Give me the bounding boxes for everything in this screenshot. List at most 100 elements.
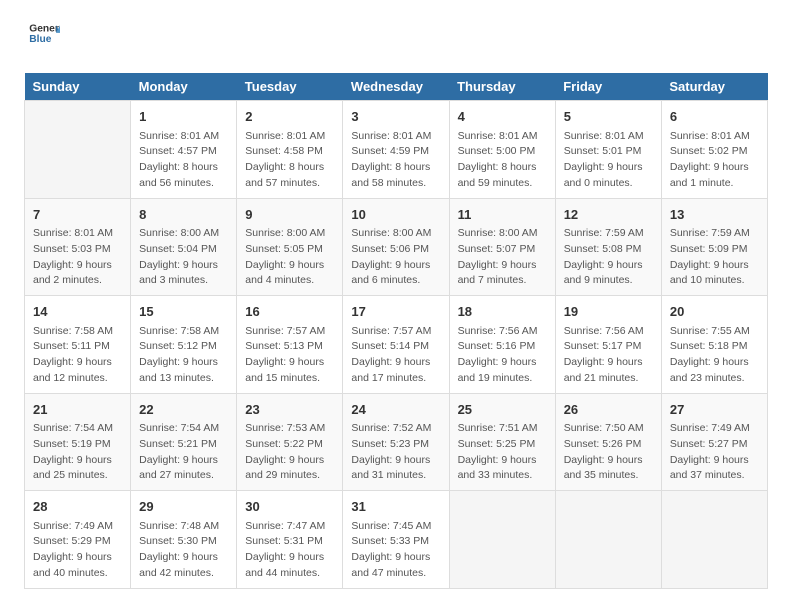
day-number: 9 — [245, 205, 334, 225]
svg-text:Blue: Blue — [29, 34, 51, 45]
day-info: Sunrise: 7:47 AM Sunset: 5:31 PM Dayligh… — [245, 519, 334, 582]
day-info: Sunrise: 7:57 AM Sunset: 5:13 PM Dayligh… — [245, 324, 334, 387]
day-number: 15 — [139, 302, 228, 322]
calendar-cell — [555, 491, 661, 589]
calendar-cell: 24Sunrise: 7:52 AM Sunset: 5:23 PM Dayli… — [343, 393, 449, 491]
calendar-cell: 4Sunrise: 8:01 AM Sunset: 5:00 PM Daylig… — [449, 101, 555, 199]
calendar-cell: 14Sunrise: 7:58 AM Sunset: 5:11 PM Dayli… — [25, 296, 131, 394]
calendar-cell: 5Sunrise: 8:01 AM Sunset: 5:01 PM Daylig… — [555, 101, 661, 199]
calendar-cell: 19Sunrise: 7:56 AM Sunset: 5:17 PM Dayli… — [555, 296, 661, 394]
day-info: Sunrise: 7:54 AM Sunset: 5:19 PM Dayligh… — [33, 421, 122, 484]
calendar-cell: 28Sunrise: 7:49 AM Sunset: 5:29 PM Dayli… — [25, 491, 131, 589]
calendar-cell: 9Sunrise: 8:00 AM Sunset: 5:05 PM Daylig… — [237, 198, 343, 296]
calendar-cell: 6Sunrise: 8:01 AM Sunset: 5:02 PM Daylig… — [661, 101, 767, 199]
day-info: Sunrise: 8:01 AM Sunset: 5:01 PM Dayligh… — [564, 129, 653, 192]
calendar-cell: 12Sunrise: 7:59 AM Sunset: 5:08 PM Dayli… — [555, 198, 661, 296]
logo: General Blue — [24, 20, 60, 57]
calendar-week-row: 7Sunrise: 8:01 AM Sunset: 5:03 PM Daylig… — [25, 198, 768, 296]
day-info: Sunrise: 7:58 AM Sunset: 5:12 PM Dayligh… — [139, 324, 228, 387]
day-info: Sunrise: 8:01 AM Sunset: 5:02 PM Dayligh… — [670, 129, 759, 192]
svg-text:General: General — [29, 24, 60, 35]
day-info: Sunrise: 7:54 AM Sunset: 5:21 PM Dayligh… — [139, 421, 228, 484]
day-number: 29 — [139, 497, 228, 517]
day-info: Sunrise: 7:59 AM Sunset: 5:09 PM Dayligh… — [670, 226, 759, 289]
day-number: 17 — [351, 302, 440, 322]
day-number: 4 — [458, 107, 547, 127]
calendar-cell: 26Sunrise: 7:50 AM Sunset: 5:26 PM Dayli… — [555, 393, 661, 491]
day-number: 6 — [670, 107, 759, 127]
day-info: Sunrise: 7:55 AM Sunset: 5:18 PM Dayligh… — [670, 324, 759, 387]
calendar-cell — [449, 491, 555, 589]
calendar-cell: 10Sunrise: 8:00 AM Sunset: 5:06 PM Dayli… — [343, 198, 449, 296]
calendar-cell: 25Sunrise: 7:51 AM Sunset: 5:25 PM Dayli… — [449, 393, 555, 491]
calendar-week-row: 1Sunrise: 8:01 AM Sunset: 4:57 PM Daylig… — [25, 101, 768, 199]
calendar-cell: 30Sunrise: 7:47 AM Sunset: 5:31 PM Dayli… — [237, 491, 343, 589]
day-info: Sunrise: 7:56 AM Sunset: 5:17 PM Dayligh… — [564, 324, 653, 387]
day-info: Sunrise: 8:01 AM Sunset: 4:58 PM Dayligh… — [245, 129, 334, 192]
column-header-friday: Friday — [555, 73, 661, 101]
day-info: Sunrise: 7:57 AM Sunset: 5:14 PM Dayligh… — [351, 324, 440, 387]
day-info: Sunrise: 8:00 AM Sunset: 5:07 PM Dayligh… — [458, 226, 547, 289]
day-info: Sunrise: 7:56 AM Sunset: 5:16 PM Dayligh… — [458, 324, 547, 387]
day-number: 18 — [458, 302, 547, 322]
day-number: 28 — [33, 497, 122, 517]
column-header-monday: Monday — [131, 73, 237, 101]
day-number: 14 — [33, 302, 122, 322]
day-info: Sunrise: 8:01 AM Sunset: 5:03 PM Dayligh… — [33, 226, 122, 289]
calendar-cell: 21Sunrise: 7:54 AM Sunset: 5:19 PM Dayli… — [25, 393, 131, 491]
calendar-cell — [25, 101, 131, 199]
calendar-header-row: SundayMondayTuesdayWednesdayThursdayFrid… — [25, 73, 768, 101]
calendar-cell: 17Sunrise: 7:57 AM Sunset: 5:14 PM Dayli… — [343, 296, 449, 394]
day-info: Sunrise: 7:52 AM Sunset: 5:23 PM Dayligh… — [351, 421, 440, 484]
day-number: 19 — [564, 302, 653, 322]
calendar-cell: 8Sunrise: 8:00 AM Sunset: 5:04 PM Daylig… — [131, 198, 237, 296]
calendar-cell: 20Sunrise: 7:55 AM Sunset: 5:18 PM Dayli… — [661, 296, 767, 394]
column-header-wednesday: Wednesday — [343, 73, 449, 101]
column-header-thursday: Thursday — [449, 73, 555, 101]
day-number: 8 — [139, 205, 228, 225]
day-info: Sunrise: 7:50 AM Sunset: 5:26 PM Dayligh… — [564, 421, 653, 484]
calendar-week-row: 21Sunrise: 7:54 AM Sunset: 5:19 PM Dayli… — [25, 393, 768, 491]
calendar-cell: 16Sunrise: 7:57 AM Sunset: 5:13 PM Dayli… — [237, 296, 343, 394]
day-number: 25 — [458, 400, 547, 420]
day-number: 24 — [351, 400, 440, 420]
day-info: Sunrise: 7:45 AM Sunset: 5:33 PM Dayligh… — [351, 519, 440, 582]
calendar-cell: 11Sunrise: 8:00 AM Sunset: 5:07 PM Dayli… — [449, 198, 555, 296]
day-info: Sunrise: 8:01 AM Sunset: 4:59 PM Dayligh… — [351, 129, 440, 192]
calendar-cell: 7Sunrise: 8:01 AM Sunset: 5:03 PM Daylig… — [25, 198, 131, 296]
calendar-table: SundayMondayTuesdayWednesdayThursdayFrid… — [24, 73, 768, 589]
day-info: Sunrise: 8:01 AM Sunset: 4:57 PM Dayligh… — [139, 129, 228, 192]
day-number: 5 — [564, 107, 653, 127]
calendar-cell: 15Sunrise: 7:58 AM Sunset: 5:12 PM Dayli… — [131, 296, 237, 394]
column-header-saturday: Saturday — [661, 73, 767, 101]
day-info: Sunrise: 7:58 AM Sunset: 5:11 PM Dayligh… — [33, 324, 122, 387]
day-info: Sunrise: 7:49 AM Sunset: 5:29 PM Dayligh… — [33, 519, 122, 582]
day-info: Sunrise: 7:51 AM Sunset: 5:25 PM Dayligh… — [458, 421, 547, 484]
calendar-week-row: 14Sunrise: 7:58 AM Sunset: 5:11 PM Dayli… — [25, 296, 768, 394]
day-number: 3 — [351, 107, 440, 127]
day-info: Sunrise: 7:48 AM Sunset: 5:30 PM Dayligh… — [139, 519, 228, 582]
calendar-cell: 2Sunrise: 8:01 AM Sunset: 4:58 PM Daylig… — [237, 101, 343, 199]
day-number: 21 — [33, 400, 122, 420]
day-number: 30 — [245, 497, 334, 517]
day-number: 23 — [245, 400, 334, 420]
day-info: Sunrise: 7:49 AM Sunset: 5:27 PM Dayligh… — [670, 421, 759, 484]
day-number: 2 — [245, 107, 334, 127]
day-info: Sunrise: 8:00 AM Sunset: 5:05 PM Dayligh… — [245, 226, 334, 289]
day-number: 27 — [670, 400, 759, 420]
calendar-week-row: 28Sunrise: 7:49 AM Sunset: 5:29 PM Dayli… — [25, 491, 768, 589]
day-number: 10 — [351, 205, 440, 225]
calendar-cell: 3Sunrise: 8:01 AM Sunset: 4:59 PM Daylig… — [343, 101, 449, 199]
calendar-cell: 31Sunrise: 7:45 AM Sunset: 5:33 PM Dayli… — [343, 491, 449, 589]
day-number: 20 — [670, 302, 759, 322]
day-number: 22 — [139, 400, 228, 420]
day-number: 16 — [245, 302, 334, 322]
page-header: General Blue — [24, 20, 768, 57]
day-number: 13 — [670, 205, 759, 225]
calendar-cell: 29Sunrise: 7:48 AM Sunset: 5:30 PM Dayli… — [131, 491, 237, 589]
calendar-cell — [661, 491, 767, 589]
day-number: 26 — [564, 400, 653, 420]
day-info: Sunrise: 7:53 AM Sunset: 5:22 PM Dayligh… — [245, 421, 334, 484]
calendar-cell: 27Sunrise: 7:49 AM Sunset: 5:27 PM Dayli… — [661, 393, 767, 491]
day-number: 11 — [458, 205, 547, 225]
